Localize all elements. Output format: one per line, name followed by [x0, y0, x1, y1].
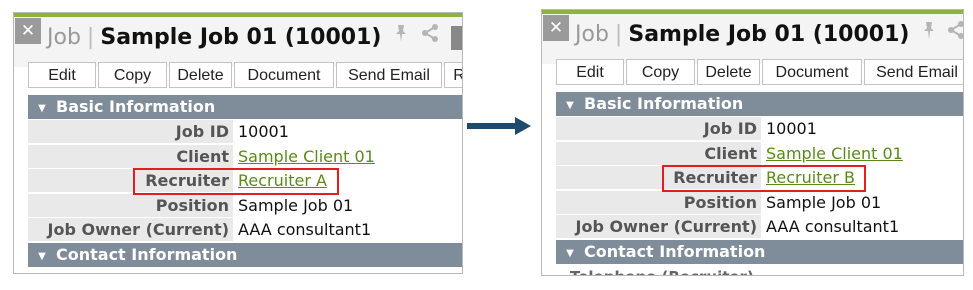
breadcrumb-job[interactable]: Job	[575, 22, 609, 47]
share-icon[interactable]	[420, 23, 440, 53]
field-label: Job ID	[556, 117, 761, 140]
field-label: Position	[28, 194, 233, 217]
chevron-down-icon: ▼	[566, 100, 574, 111]
delete-button[interactable]: Delete	[697, 59, 760, 85]
job-title: Sample Job 01 (10001)	[100, 25, 382, 50]
field-value: AAA consultant1	[238, 220, 372, 239]
pin-icon[interactable]	[920, 20, 938, 50]
panel-title: Job | Sample Job 01 (10001)	[575, 20, 909, 50]
pin-icon[interactable]	[392, 23, 410, 53]
field-row-client: Client Sample Client 01	[28, 144, 462, 168]
send-email-button[interactable]: Send Email	[336, 62, 442, 88]
section-title: Basic Information	[56, 97, 216, 116]
arrow-right-icon	[467, 116, 533, 140]
section-title: Contact Information	[584, 242, 766, 261]
expand-icon[interactable]	[451, 26, 462, 50]
field-row-job-owner: Job Owner (Current) AAA consultant1	[556, 214, 963, 238]
client-link[interactable]: Sample Client 01	[238, 145, 375, 168]
field-label: Position	[556, 191, 761, 214]
field-value: 10001	[766, 119, 817, 138]
field-row-job-owner: Job Owner (Current) AAA consultant1	[28, 217, 462, 241]
job-panel-after: ✕ Job | Sample Job 01 (10001) Edit Copy De…	[541, 9, 964, 276]
job-panel-before: ✕ Job | Sample Job 01 (10001) Edit Copy De…	[13, 12, 463, 274]
share-icon[interactable]	[946, 20, 963, 50]
highlight-box	[133, 168, 339, 195]
chevron-down-icon: ▼	[38, 103, 46, 114]
field-value: Sample Job 01	[238, 196, 354, 215]
copy-button[interactable]: Copy	[626, 59, 695, 85]
highlight-box	[662, 165, 866, 192]
field-value: 10001	[238, 122, 289, 141]
breadcrumb-separator: |	[86, 25, 95, 50]
send-email-button[interactable]: Send Email	[864, 59, 963, 85]
field-row-job-id: Job ID 10001	[556, 116, 963, 140]
document-button[interactable]: Document	[762, 59, 862, 85]
field-label: Client	[28, 145, 233, 168]
panel-title: Job | Sample Job 01 (10001)	[47, 23, 381, 53]
breadcrumb-job[interactable]: Job	[47, 25, 81, 50]
section-contact-information[interactable]: ▼ Contact Information	[556, 240, 963, 264]
field-value: AAA consultant1	[766, 217, 900, 236]
field-row-job-id: Job ID 10001	[28, 119, 462, 143]
chevron-down-icon: ▼	[38, 251, 46, 262]
field-label-telephone-recruiter: Telephone (Recruiter)	[570, 267, 770, 275]
section-title: Contact Information	[56, 245, 238, 264]
section-basic-information[interactable]: ▼ Basic Information	[28, 95, 462, 119]
more-button[interactable]: R	[444, 62, 462, 88]
field-row-client: Client Sample Client 01	[556, 141, 963, 165]
job-title: Sample Job 01 (10001)	[628, 22, 910, 47]
edit-button[interactable]: Edit	[28, 62, 96, 88]
section-contact-information[interactable]: ▼ Contact Information	[28, 243, 462, 267]
copy-button[interactable]: Copy	[98, 62, 167, 88]
field-value: Sample Job 01	[766, 193, 882, 212]
section-title: Basic Information	[584, 94, 744, 113]
section-basic-information[interactable]: ▼ Basic Information	[556, 92, 963, 116]
field-label: Job Owner (Current)	[556, 215, 761, 238]
edit-button[interactable]: Edit	[556, 59, 624, 85]
field-label: Job ID	[28, 120, 233, 143]
close-button[interactable]: ✕	[15, 18, 41, 44]
delete-button[interactable]: Delete	[169, 62, 232, 88]
client-link[interactable]: Sample Client 01	[766, 142, 903, 165]
field-row-position: Position Sample Job 01	[556, 190, 963, 214]
document-button[interactable]: Document	[234, 62, 334, 88]
field-label: Job Owner (Current)	[28, 218, 233, 241]
chevron-down-icon: ▼	[566, 248, 574, 259]
field-row-position: Position Sample Job 01	[28, 193, 462, 217]
breadcrumb-separator: |	[614, 22, 623, 47]
close-button[interactable]: ✕	[543, 15, 569, 41]
field-label: Client	[556, 142, 761, 165]
